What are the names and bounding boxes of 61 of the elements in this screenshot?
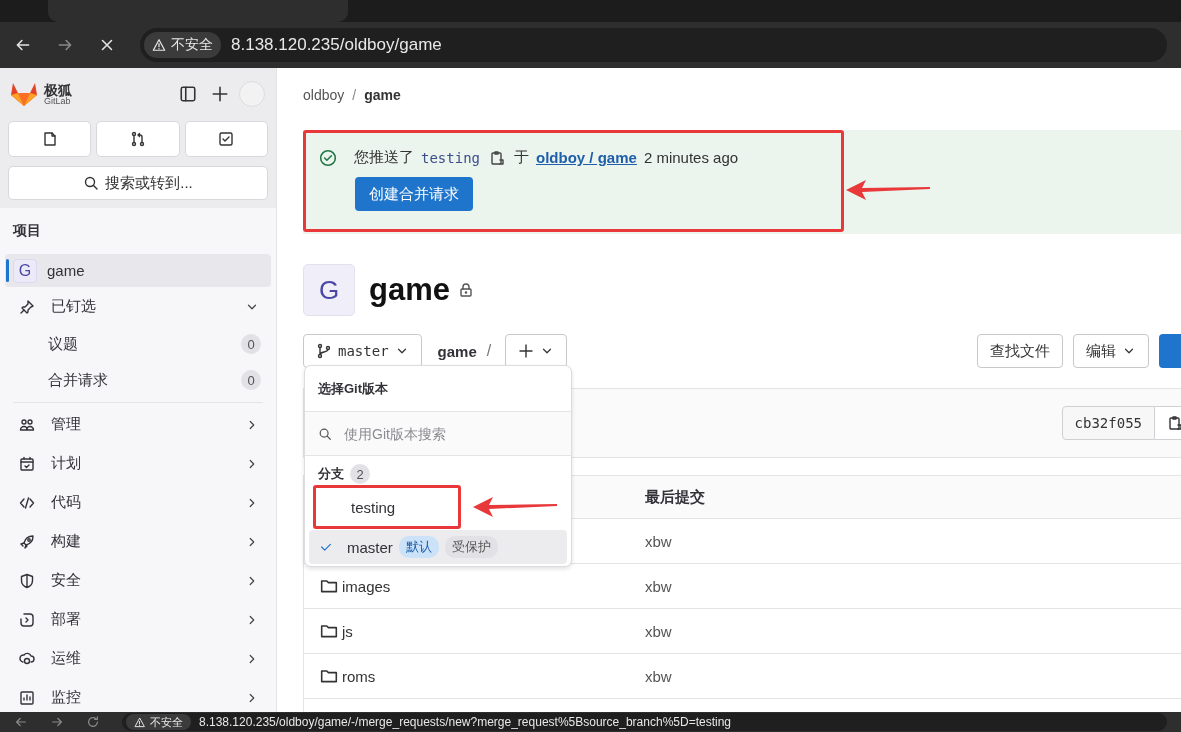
path-separator: /: [486, 342, 492, 360]
nav-item[interactable]: 管理: [5, 405, 271, 444]
project-avatar: G: [13, 258, 37, 283]
security-label: 不安全: [150, 714, 183, 730]
security-chip[interactable]: 不安全: [144, 32, 221, 58]
brand-name: 极狐: [44, 82, 72, 97]
label-badge: 默认: [398, 536, 439, 558]
table-cell-text: xbw: [645, 622, 673, 640]
folder-link[interactable]: js: [320, 622, 645, 640]
project-avatar: G: [303, 264, 355, 316]
nav-item[interactable]: 代码: [5, 483, 271, 522]
project-title: game: [369, 272, 450, 308]
nav-item[interactable]: 安全: [5, 561, 271, 600]
security-label: 不安全: [171, 36, 213, 54]
security-chip[interactable]: 不安全: [126, 714, 191, 730]
nav-item[interactable]: 运维: [5, 639, 271, 678]
find-file-button[interactable]: 查找文件: [977, 334, 1063, 368]
branch-option[interactable]: master 默认 受保护: [309, 530, 567, 564]
folder-link[interactable]: images: [320, 577, 645, 595]
pinned-link[interactable]: 合并请求 0: [5, 362, 271, 398]
search-input[interactable]: 使用Git版本搜索: [342, 424, 571, 443]
alert-text: 您推送了: [354, 148, 414, 167]
branch-name: testing: [421, 149, 480, 166]
url-text: 8.138.120.235/oldboy/game: [231, 35, 442, 55]
folder-link[interactable]: roms: [320, 667, 645, 685]
table-cell-text: xbw: [645, 667, 673, 685]
alert-text: 于: [514, 148, 529, 167]
breadcrumb-separator: /: [352, 87, 357, 103]
table-cell-text: xbw: [645, 532, 673, 550]
column-header: 最后提交: [645, 487, 706, 507]
nav-item[interactable]: 计划: [5, 444, 271, 483]
breadcrumb-link[interactable]: game: [364, 87, 401, 103]
nav-item[interactable]: 部署: [5, 600, 271, 639]
count-badge: 0: [241, 334, 261, 354]
nav-item[interactable]: 监控: [5, 678, 271, 712]
count-badge: 0: [241, 370, 261, 390]
alert-text: 2 minutes ago: [643, 149, 739, 166]
address-bar[interactable]: 不安全 8.138.120.235/oldboy/game: [140, 28, 1167, 62]
pinned-link[interactable]: 议题 0: [5, 326, 271, 362]
brand-subtitle: GitLab: [44, 96, 71, 106]
pinned-item[interactable]: 已钉选: [5, 287, 271, 326]
nav-item[interactable]: 构建: [5, 522, 271, 561]
table-cell-text: xbw: [645, 577, 673, 595]
url-text: 8.138.120.235/oldboy/game/-/merge_requests/new?merge_request%5Bsource_branch%5D=testing: [199, 715, 731, 729]
branch-option[interactable]: testing: [309, 484, 567, 530]
count-badge: 2: [350, 464, 370, 484]
search-field[interactable]: 使用Git版本搜索: [305, 412, 571, 455]
edit-dropdown[interactable]: 编辑: [1073, 334, 1149, 368]
commit-sha-button[interactable]: cb32f055: [1061, 406, 1155, 440]
project-link[interactable]: oldboy / game: [536, 149, 637, 166]
path-label: game: [437, 342, 477, 360]
address-bar[interactable]: 不安全 8.138.120.235/oldboy/game/-/merge_requests/new?merge_request%5Bsource_branch%5D=testing: [122, 713, 1167, 731]
branch-dropdown[interactable]: master: [303, 334, 422, 368]
search-button[interactable]: 搜索或转到...: [8, 166, 268, 200]
section-heading: 分支: [318, 465, 344, 483]
create-merge-request-button[interactable]: 创建合并请求: [355, 177, 473, 211]
label-badge: 受保护: [444, 536, 498, 558]
project-item[interactable]: G game: [5, 254, 271, 287]
project-name: game: [47, 262, 85, 279]
breadcrumb-link[interactable]: oldboy: [303, 87, 345, 103]
section-heading: 项目: [11, 221, 42, 240]
